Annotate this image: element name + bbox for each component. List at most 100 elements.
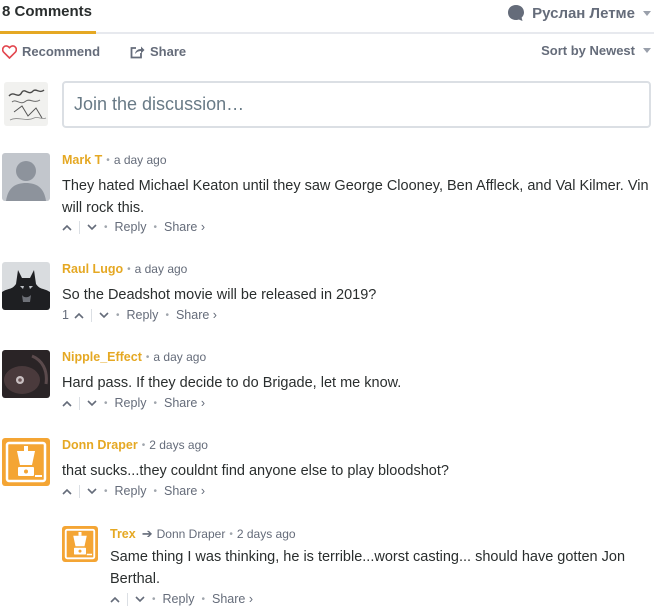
comment-time[interactable]: 2 days ago <box>149 438 208 452</box>
downvote-button[interactable] <box>99 311 109 319</box>
comment-time[interactable]: a day ago <box>153 350 206 364</box>
sketch-avatar-image <box>4 82 48 126</box>
comment-author[interactable]: Trex <box>110 527 136 541</box>
avatar[interactable] <box>2 153 50 201</box>
chevron-down-icon <box>87 223 97 230</box>
downvote-button[interactable] <box>87 399 97 407</box>
recommend-label: Recommend <box>22 44 101 59</box>
vote-divider <box>90 308 92 322</box>
reply-link[interactable]: Reply <box>115 220 147 234</box>
comment-text: that sucks...they couldnt find anyone el… <box>62 463 449 479</box>
chevron-down-icon <box>87 399 97 406</box>
chevron-up-icon <box>74 312 84 319</box>
share-link[interactable]: Share › <box>164 484 205 498</box>
chevron-down-icon <box>87 487 97 494</box>
separator-dot: • <box>141 439 146 451</box>
tab-comments[interactable]: 8 Comments <box>0 0 96 34</box>
default-avatar-icon <box>2 153 50 201</box>
upvote-button[interactable] <box>74 312 84 319</box>
upvote-button[interactable] <box>62 224 72 231</box>
vote-divider <box>79 396 80 410</box>
reply-link[interactable]: Reply <box>126 308 158 322</box>
share-icon <box>130 46 145 58</box>
avatar[interactable] <box>2 262 50 310</box>
current-user-avatar[interactable] <box>4 82 48 126</box>
chevron-down-icon <box>643 48 651 53</box>
downvote-button[interactable] <box>135 595 145 603</box>
comment-text: Same thing I was thinking, he is terribl… <box>110 549 626 587</box>
chevron-up-icon <box>62 400 72 407</box>
share-label: Share <box>150 44 187 59</box>
separator-dot: • <box>115 309 120 321</box>
batman-avatar-image <box>2 262 50 310</box>
reply-link[interactable]: Reply <box>163 592 195 606</box>
recommend-button[interactable]: Recommend <box>2 44 100 59</box>
comment-text: Hard pass. If they decide to do Brigade,… <box>62 375 402 391</box>
share-link[interactable]: Share › <box>164 396 205 410</box>
comment-time[interactable]: a day ago <box>135 262 188 276</box>
user-menu[interactable]: Руслан Летме <box>507 2 654 24</box>
separator-dot: • <box>153 397 157 409</box>
photo-avatar-image <box>2 350 50 398</box>
share-link[interactable]: Share › <box>164 220 205 234</box>
comment-footer: • Reply • Share › <box>62 220 205 234</box>
discussion-actions: Recommend Share Sort by Newest <box>0 42 654 64</box>
comment-time[interactable]: a day ago <box>114 153 167 167</box>
upvote-button[interactable] <box>62 400 72 407</box>
comment-meta: Raul Lugo • a day ago <box>62 262 187 276</box>
share-link[interactable]: Share › <box>212 592 253 606</box>
join-discussion-input[interactable]: Join the discussion… <box>62 81 651 128</box>
separator-dot: • <box>104 485 108 497</box>
separator-dot: • <box>165 309 169 321</box>
parent-author-link[interactable]: Donn Draper <box>157 527 226 541</box>
chevron-down-icon <box>643 10 651 16</box>
separator-dot: • <box>229 528 233 540</box>
separator-dot: • <box>145 351 150 363</box>
upvote-button[interactable] <box>110 596 120 603</box>
comments-tabbar: 8 Comments Руслан Летме <box>0 0 654 34</box>
comment-author[interactable]: Mark T <box>62 153 102 167</box>
separator-dot: • <box>153 485 157 497</box>
share-link[interactable]: Share › <box>176 308 217 322</box>
chevron-down-icon <box>135 595 145 602</box>
comment-footer: • Reply • Share › <box>62 484 205 498</box>
comment-meta: Mark T • a day ago <box>62 153 167 167</box>
reply-link[interactable]: Reply <box>115 484 147 498</box>
vote-divider <box>127 592 128 606</box>
upvote-count: 1 <box>62 308 69 322</box>
share-button[interactable]: Share <box>130 44 186 59</box>
comment-footer: • Reply • Share › <box>110 592 253 606</box>
avatar[interactable] <box>62 526 98 562</box>
separator-dot: • <box>104 221 108 233</box>
avatar[interactable] <box>2 350 50 398</box>
comment-time[interactable]: 2 days ago <box>237 527 296 541</box>
comment-author[interactable]: Raul Lugo <box>62 262 123 276</box>
chevron-up-icon <box>62 488 72 495</box>
avatar[interactable] <box>2 438 50 486</box>
sort-label: Sort by Newest <box>541 43 635 58</box>
separator-dot: • <box>153 221 157 233</box>
comment-meta: Trex ➔ Donn Draper • 2 days ago <box>110 526 296 542</box>
separator-dot: • <box>127 263 131 275</box>
blender-avatar-icon <box>62 526 98 562</box>
comment-author[interactable]: Nipple_Effect <box>62 350 142 364</box>
downvote-button[interactable] <box>87 223 97 231</box>
user-bubble-icon <box>508 5 525 21</box>
chevron-down-icon <box>99 311 109 318</box>
vote-divider <box>79 484 80 498</box>
sort-dropdown[interactable]: Sort by Newest <box>541 43 654 58</box>
downvote-button[interactable] <box>87 487 97 495</box>
comment-footer: 1 • Reply • Share › <box>62 308 217 322</box>
separator-dot: • <box>152 593 156 605</box>
blender-avatar-icon <box>2 438 50 486</box>
upvote-button[interactable] <box>62 488 72 495</box>
separator-dot: • <box>104 397 108 409</box>
comment-author[interactable]: Donn Draper <box>62 438 138 452</box>
comment-meta: Donn Draper • 2 days ago <box>62 438 208 452</box>
comment-footer: • Reply • Share › <box>62 396 205 410</box>
heart-icon <box>2 44 17 59</box>
composer-placeholder: Join the discussion… <box>74 94 245 114</box>
vote-divider <box>79 220 80 234</box>
comment-text: They hated Michael Keaton until they saw… <box>62 178 649 216</box>
reply-link[interactable]: Reply <box>115 396 147 410</box>
